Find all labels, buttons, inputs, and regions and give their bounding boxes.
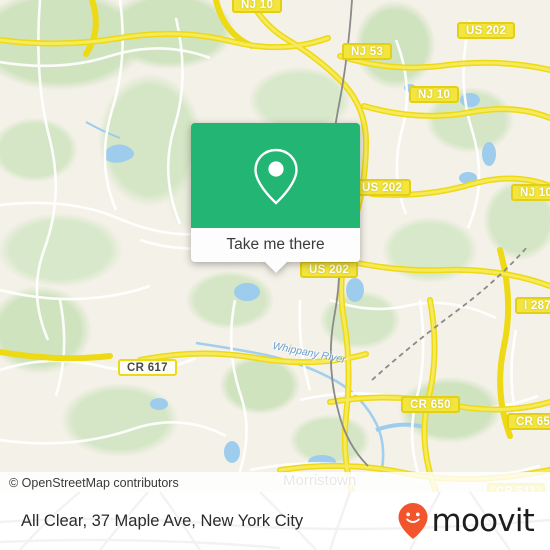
footer-bar: All Clear, 37 Maple Ave, New York City m… — [0, 492, 550, 550]
road-shield-us-202-mid[interactable]: US 202 — [353, 179, 412, 196]
moovit-map-screenshot: Whippany River Morristown NJ 10 NJ 53 US… — [0, 0, 550, 550]
location-popup-card[interactable]: Take me there — [191, 123, 360, 273]
moovit-wordmark: moovit — [431, 502, 535, 539]
road-shield-us-202-lower[interactable]: US 202 — [300, 261, 359, 278]
road-shield-i-287[interactable]: I 287 — [515, 297, 550, 314]
location-title: All Clear, 37 Maple Ave, New York City — [21, 511, 304, 530]
moovit-pin-smile-icon — [398, 503, 428, 539]
road-shield-us-202-top[interactable]: US 202 — [457, 22, 516, 39]
road-shield-cr-650-left[interactable]: CR 650 — [401, 396, 460, 413]
popup-cta-button[interactable]: Take me there — [191, 228, 360, 262]
map-attribution-bar: © OpenStreetMap contributors — [0, 472, 550, 494]
road-shield-nj-10-right[interactable]: NJ 10 — [511, 184, 550, 201]
attribution-text: © OpenStreetMap contributors — [9, 476, 179, 490]
popup-icon-area — [191, 123, 360, 228]
road-shield-nj-10-upper[interactable]: NJ 10 — [409, 86, 460, 103]
road-shield-cr-650-right[interactable]: CR 650 — [507, 413, 550, 430]
road-shield-cr-617[interactable]: CR 617 — [118, 359, 177, 376]
road-shield-nj-53[interactable]: NJ 53 — [342, 43, 393, 60]
map-pin-icon — [253, 148, 298, 205]
moovit-logo[interactable]: moovit — [397, 501, 550, 541]
popup-pointer-tail — [264, 262, 287, 273]
road-shield-nj-10-north[interactable]: NJ 10 — [232, 0, 283, 13]
popup-cta-label: Take me there — [226, 236, 325, 253]
map-canvas[interactable]: Whippany River Morristown NJ 10 NJ 53 US… — [0, 0, 550, 492]
